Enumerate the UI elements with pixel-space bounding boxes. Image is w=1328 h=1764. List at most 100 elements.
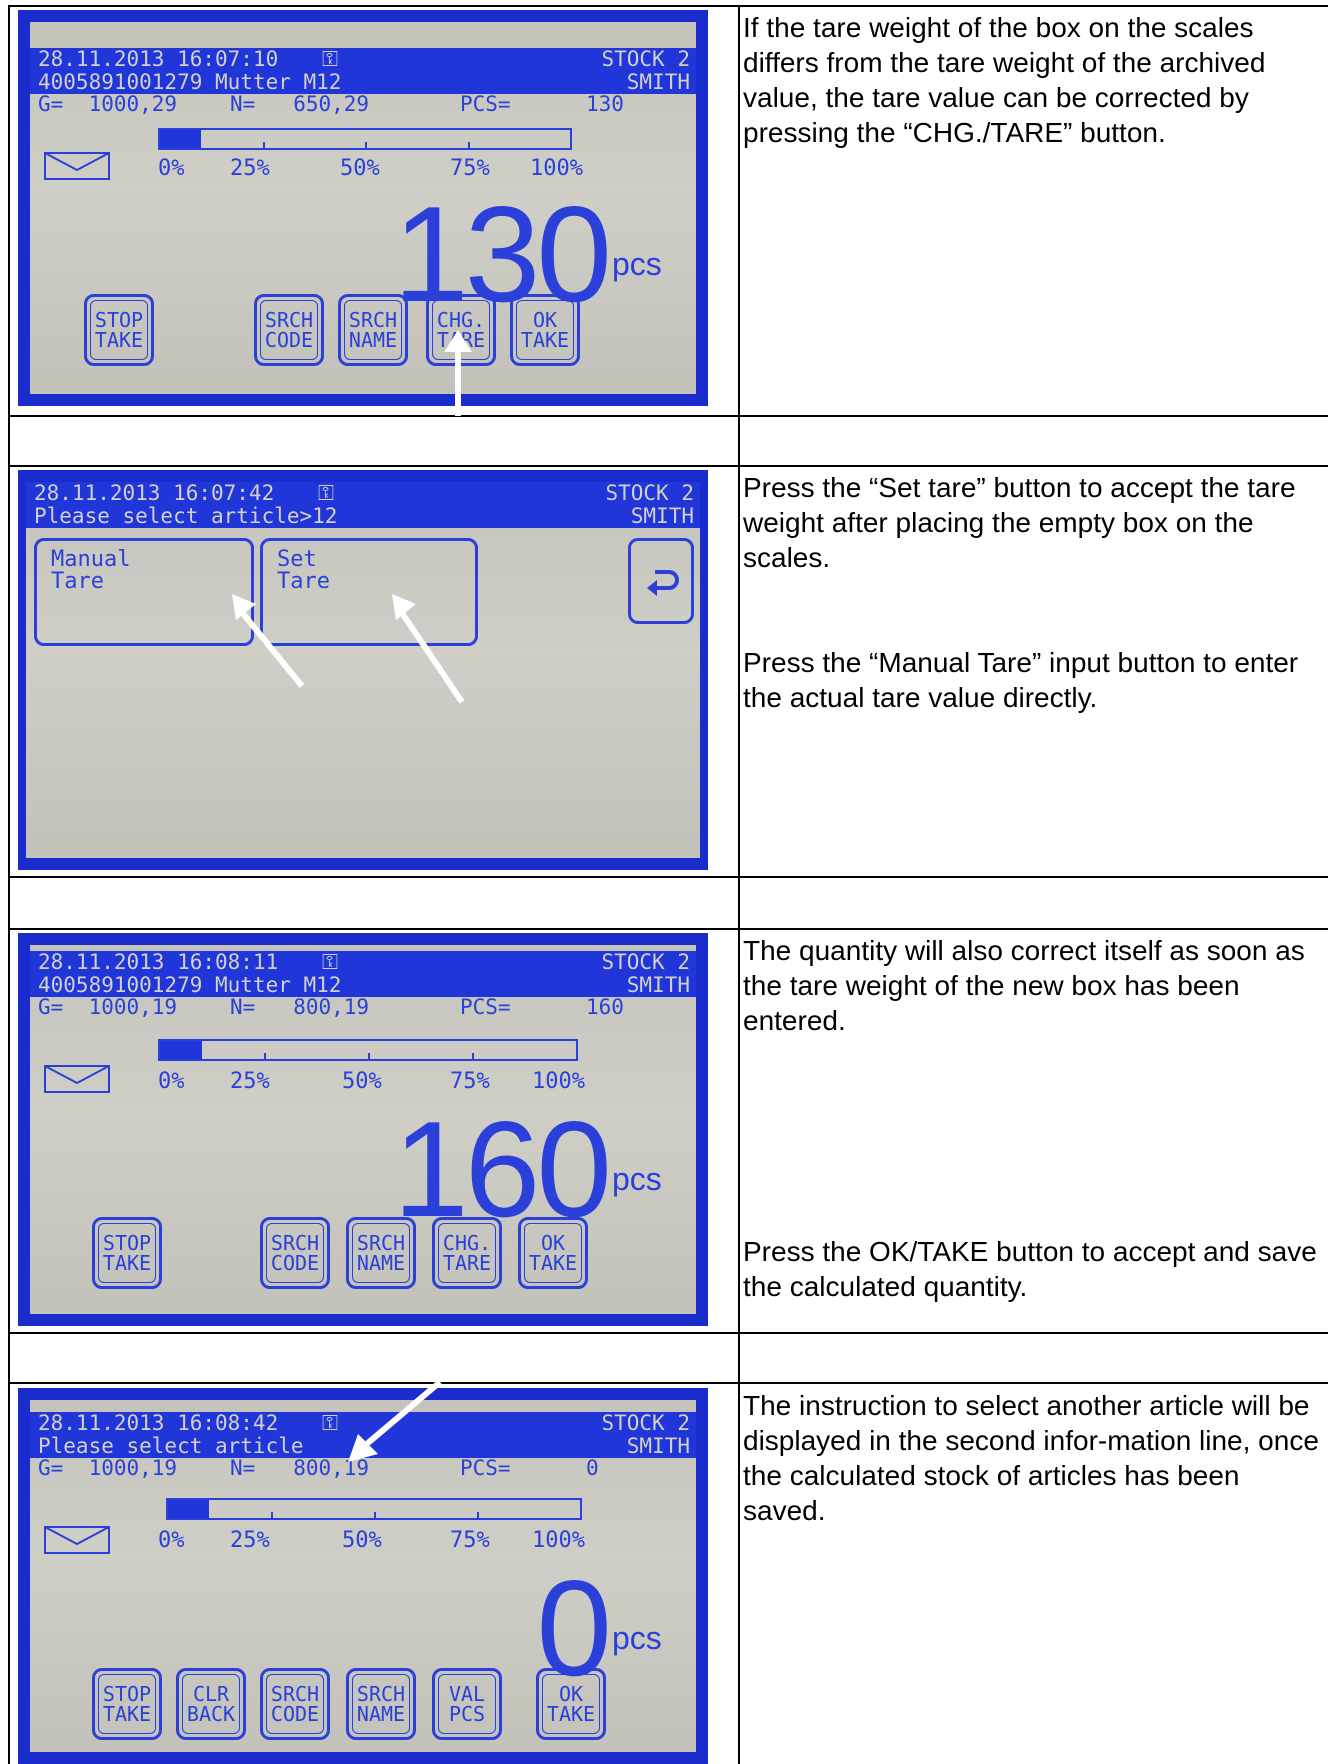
set-tare-button[interactable]: Set Tare <box>260 538 478 646</box>
key-icon: ⚿ <box>322 950 338 974</box>
change-tare-button[interactable]: CHG. TARE <box>432 1217 502 1289</box>
progress-tick <box>368 1053 370 1061</box>
percent-label-50: 50% <box>342 1069 382 1094</box>
percent-label-75: 75% <box>450 1069 490 1094</box>
pcs-label: PCS= <box>460 995 511 1019</box>
percent-label-25: 25% <box>230 156 270 181</box>
percent-label-100: 100% <box>530 156 583 181</box>
search-code-button[interactable]: SRCH CODE <box>254 294 324 366</box>
gross-weight: G= 1000,19 <box>38 1456 178 1480</box>
gross-weight: G= 1000,29 <box>38 92 178 116</box>
lcd-screen-2: 28.11.2013 16:07:42 ⚿ STOCK 2 Please sel… <box>18 470 708 870</box>
stock-label: STOCK 2 <box>601 47 690 71</box>
table-row-line <box>8 876 1328 878</box>
key-icon: ⚿ <box>322 1411 338 1435</box>
manual-tare-button[interactable]: Manual Tare <box>34 538 254 646</box>
lcd-panel: 28.11.2013 16:07:10 ⚿ STOCK 2 4005891001… <box>30 22 696 394</box>
lcd-screen-4: 28.11.2013 16:08:42 ⚿ STOCK 2 Please sel… <box>18 1388 708 1764</box>
table-border-left <box>8 5 10 1764</box>
progress-tick <box>264 1053 266 1061</box>
progress-tick <box>365 142 367 150</box>
description-1: If the tare weight of the box on the sca… <box>743 12 1266 148</box>
table-row-line <box>8 928 1328 930</box>
description-3: The quantity will also correct itself as… <box>743 935 1317 1302</box>
value-pcs-button[interactable]: VAL PCS <box>432 1668 502 1740</box>
stock-label: STOCK 2 <box>605 482 694 505</box>
key-icon: ⚿ <box>318 482 334 505</box>
percent-label-25: 25% <box>230 1069 270 1094</box>
user-label: SMITH <box>626 1434 690 1458</box>
unit-label: pcs <box>612 1620 662 1656</box>
percent-label-75: 75% <box>450 1528 490 1553</box>
percent-label-75: 75% <box>450 156 490 181</box>
progress-bar <box>166 1498 582 1520</box>
progress-fill <box>160 130 201 148</box>
change-tare-button[interactable]: CHG. TARE <box>426 294 496 366</box>
search-name-button[interactable]: SRCH NAME <box>346 1668 416 1740</box>
progress-tick <box>477 1512 479 1520</box>
lcd-panel: 28.11.2013 16:07:42 ⚿ STOCK 2 Please sel… <box>26 482 700 858</box>
net-weight: N= 650,29 <box>230 92 370 116</box>
net-weight: N= 800,19 <box>230 995 370 1019</box>
stock-label: STOCK 2 <box>601 1411 690 1435</box>
lcd-screen-1: 28.11.2013 16:07:10 ⚿ STOCK 2 4005891001… <box>18 10 708 406</box>
percent-label-50: 50% <box>340 156 380 181</box>
percent-label-100: 100% <box>532 1069 585 1094</box>
lcd-panel: 28.11.2013 16:08:11 ⚿ STOCK 2 4005891001… <box>30 945 696 1314</box>
datetime: 28.11.2013 16:08:11 <box>38 950 279 974</box>
ok-take-button[interactable]: OK TAKE <box>510 294 580 366</box>
article-line: 4005891001279 Mutter M12 <box>38 70 342 94</box>
datetime: 28.11.2013 16:07:42 <box>34 482 275 505</box>
envelope-icon <box>44 1526 110 1554</box>
pcs-label: PCS= <box>460 1456 511 1480</box>
progress-fill <box>168 1500 210 1518</box>
stop-take-button[interactable]: STOP TAKE <box>84 294 154 366</box>
table-row-line <box>8 1382 1328 1384</box>
progress-tick <box>262 142 265 150</box>
percent-label-25: 25% <box>230 1528 270 1553</box>
ok-take-button[interactable]: OK TAKE <box>518 1217 588 1289</box>
table-row-line <box>8 415 1328 417</box>
datetime: 28.11.2013 16:07:10 <box>38 47 279 71</box>
search-code-button[interactable]: SRCH CODE <box>260 1217 330 1289</box>
pcs-value: 160 <box>586 995 624 1019</box>
user-label: SMITH <box>626 973 690 997</box>
percent-label-0: 0% <box>158 156 185 181</box>
key-icon: ⚿ <box>322 47 338 71</box>
net-weight: N= 800,19 <box>230 1456 370 1480</box>
ok-take-button[interactable]: OK TAKE <box>536 1668 606 1740</box>
datetime: 28.11.2013 16:08:42 <box>38 1411 279 1435</box>
prompt-line: Please select article <box>38 1434 304 1458</box>
percent-label-50: 50% <box>342 1528 382 1553</box>
search-code-button[interactable]: SRCH CODE <box>260 1668 330 1740</box>
progress-tick <box>271 1512 273 1520</box>
stock-label: STOCK 2 <box>601 950 690 974</box>
stop-take-button[interactable]: STOP TAKE <box>92 1668 162 1740</box>
progress-tick <box>467 142 470 150</box>
stop-take-button[interactable]: STOP TAKE <box>92 1217 162 1289</box>
back-button[interactable] <box>628 538 694 624</box>
prompt-line: Please select article>12 <box>34 504 338 528</box>
percent-label-0: 0% <box>158 1528 185 1553</box>
unit-label: pcs <box>612 1161 662 1197</box>
pcs-value: 130 <box>586 92 624 116</box>
description-4: The instruction to select another articl… <box>743 1390 1319 1526</box>
article-line: 4005891001279 Mutter M12 <box>38 973 342 997</box>
description-2: Press the “Set tare” button to accept th… <box>743 472 1299 713</box>
table-column-divider <box>738 5 740 1764</box>
search-name-button[interactable]: SRCH NAME <box>338 294 408 366</box>
clear-back-button[interactable]: CLR BACK <box>176 1668 246 1740</box>
unit-label: pcs <box>612 246 662 282</box>
progress-bar <box>158 128 572 150</box>
progress-tick <box>374 1512 376 1520</box>
lcd-screen-3: 28.11.2013 16:08:11 ⚿ STOCK 2 4005891001… <box>18 933 708 1326</box>
table-row-line <box>8 1332 1328 1334</box>
pcs-label: PCS= <box>460 92 511 116</box>
user-label: SMITH <box>630 504 694 528</box>
table-row-line <box>8 465 1328 467</box>
progress-fill <box>160 1041 202 1059</box>
percent-label-100: 100% <box>532 1528 585 1553</box>
envelope-icon <box>44 152 110 180</box>
pcs-value: 0 <box>586 1456 599 1480</box>
search-name-button[interactable]: SRCH NAME <box>346 1217 416 1289</box>
